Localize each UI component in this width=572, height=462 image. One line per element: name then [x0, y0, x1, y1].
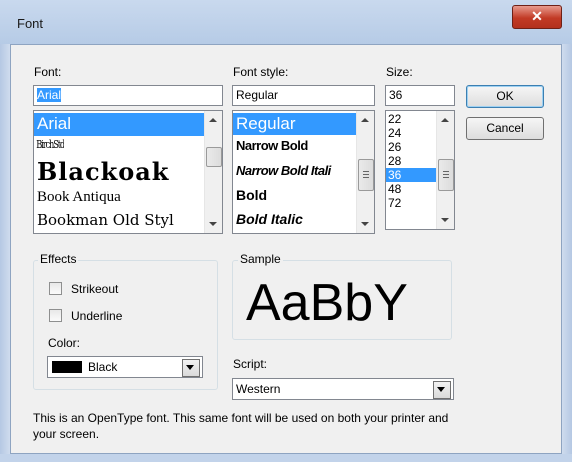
size-item[interactable]: 72	[386, 196, 438, 210]
font-name-input[interactable]: Arial	[33, 85, 223, 106]
style-item-narrow-bold-italic[interactable]: Narrow Bold Itali	[233, 163, 358, 183]
sample-preview: AaBbY	[246, 274, 408, 332]
size-item[interactable]: 22	[386, 112, 438, 126]
close-button[interactable]: ✕	[512, 5, 562, 29]
scroll-down-icon[interactable]	[441, 218, 449, 222]
font-description: This is an OpenType font. This same font…	[33, 411, 449, 441]
color-swatch	[52, 361, 82, 373]
font-item-arial[interactable]: Arial	[34, 113, 210, 136]
scroll-up-icon[interactable]	[361, 118, 369, 122]
sample-legend: Sample	[238, 252, 283, 266]
size-label: Size:	[386, 65, 413, 79]
close-icon: ✕	[531, 8, 543, 24]
font-name-value: Arial	[37, 88, 62, 102]
font-item-birchstd[interactable]: BirchStd	[34, 138, 64, 157]
scroll-thumb[interactable]	[206, 147, 222, 167]
style-list-scrollbar[interactable]	[356, 111, 374, 233]
scroll-up-icon[interactable]	[441, 118, 449, 122]
size-list-scrollbar[interactable]	[436, 111, 454, 229]
style-item-narrow-bold[interactable]: Narrow Bold	[233, 138, 308, 158]
font-list[interactable]: Arial BirchStd Blackoak Book Antiqua Boo…	[33, 110, 223, 234]
size-item[interactable]: 24	[386, 126, 438, 140]
font-item-bookman[interactable]: Bookman Old Styl	[34, 211, 210, 233]
size-item[interactable]: 28	[386, 154, 438, 168]
font-list-scrollbar[interactable]	[204, 111, 222, 233]
effects-legend: Effects	[38, 252, 79, 266]
scroll-thumb[interactable]	[358, 159, 374, 191]
font-item-blackoak[interactable]: Blackoak	[34, 157, 210, 187]
color-combobox[interactable]: Black	[47, 356, 203, 378]
strikeout-label[interactable]: Strikeout	[71, 282, 118, 296]
ok-button[interactable]: OK	[466, 85, 544, 108]
size-item-selected[interactable]: 36	[386, 168, 438, 182]
dropdown-arrow-icon[interactable]	[182, 359, 200, 377]
font-style-input[interactable]: Regular	[232, 85, 375, 106]
font-style-list[interactable]: Regular Narrow Bold Narrow Bold Itali Bo…	[232, 110, 375, 234]
script-label: Script:	[233, 357, 268, 371]
size-input[interactable]: 36	[385, 85, 455, 106]
window-frame-left	[0, 44, 10, 462]
color-value: Black	[88, 360, 118, 374]
strikeout-checkbox[interactable]	[49, 282, 62, 295]
color-label: Color:	[48, 336, 81, 350]
font-item-book-antiqua[interactable]: Book Antiqua	[34, 189, 210, 209]
cancel-button[interactable]: Cancel	[466, 117, 544, 140]
script-combobox[interactable]: Western	[232, 378, 454, 400]
scroll-down-icon[interactable]	[209, 222, 217, 226]
style-item-bold[interactable]: Bold	[233, 187, 267, 207]
size-list[interactable]: 22 24 26 28 36 48 72	[385, 110, 455, 230]
font-style-label: Font style:	[233, 65, 289, 79]
font-label: Font:	[34, 65, 62, 79]
size-item[interactable]: 26	[386, 140, 438, 154]
style-item-bold-italic[interactable]: Bold Italic	[233, 211, 303, 231]
size-item[interactable]: 48	[386, 182, 438, 196]
title-bar	[0, 0, 572, 44]
script-value: Western	[236, 382, 281, 396]
scroll-down-icon[interactable]	[361, 222, 369, 226]
underline-checkbox[interactable]	[49, 309, 62, 322]
dropdown-arrow-icon[interactable]	[433, 381, 451, 399]
scroll-thumb[interactable]	[438, 159, 454, 191]
style-item-regular[interactable]: Regular	[233, 113, 362, 135]
window-title: Font	[17, 16, 44, 31]
window-frame-right	[562, 44, 572, 462]
underline-label[interactable]: Underline	[71, 309, 122, 323]
scroll-up-icon[interactable]	[209, 118, 217, 122]
window-frame-bottom	[0, 454, 572, 462]
